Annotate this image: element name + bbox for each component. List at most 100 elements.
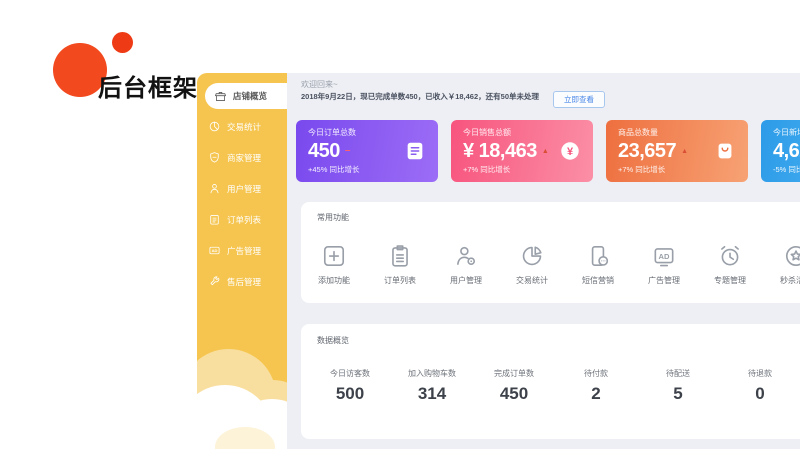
stat-value: 450: [473, 384, 555, 404]
stat-card-title: 今日订单总数: [308, 127, 359, 138]
sidebar-item-label: 交易统计: [227, 121, 261, 133]
stat-pending-delivery: 待配送 5: [637, 368, 719, 404]
stat-label: 待退款: [719, 368, 800, 379]
quick-actions-row: 添加功能 订单列表 用户管理: [301, 243, 800, 286]
stat-completed-orders: 完成订单数 450: [473, 368, 555, 404]
stat-card-products[interactable]: 商品总数量 23,657 ▲ +7% 同比增长: [606, 120, 748, 182]
stat-cards-row: 今日订单总数 450 – +45% 同比增长 今日销售总额: [296, 120, 800, 182]
trend-up-arrow: ▲: [681, 148, 688, 155]
stat-card-subtitle: +45% 同比增长: [308, 164, 359, 175]
trend-down-dash: –: [345, 147, 351, 155]
sidebar-item-merchant-mgmt[interactable]: 商家管理: [197, 142, 287, 173]
svg-text:AD: AD: [659, 252, 670, 261]
quick-action-label: 短信营销: [582, 275, 614, 286]
quick-action-label: 用户管理: [450, 275, 482, 286]
dashboard-window: 店铺概览 交易统计 商家管理: [197, 73, 800, 449]
dashboard-page: 后台框架 店铺概览 交易统计: [0, 0, 800, 449]
stat-value: 500: [309, 384, 391, 404]
quick-action-user-mgmt[interactable]: 用户管理: [433, 243, 499, 286]
shopping-bag-icon: [714, 140, 736, 162]
stat-card-sales[interactable]: 今日销售总额 ¥ 18,463 ▲ +7% 同比增长 ¥: [451, 120, 593, 182]
welcome-greeting: 欢迎回来~: [301, 80, 539, 90]
quick-action-label: 订单列表: [384, 275, 416, 286]
pie-chart-icon: [519, 243, 545, 269]
sidebar-item-label: 订单列表: [227, 214, 261, 226]
sidebar-item-label: 用户管理: [227, 183, 261, 195]
storefront-icon: [214, 90, 227, 103]
sidebar-item-label: 商家管理: [227, 152, 261, 164]
sidebar-item-label: 售后管理: [227, 276, 261, 288]
plus-square-icon: [321, 243, 347, 269]
pie-chart-icon: [208, 120, 221, 133]
sidebar-item-aftersale-mgmt[interactable]: 售后管理: [197, 266, 287, 297]
welcome-bar: 欢迎回来~ 2018年9月22日，现已完成单数450，已收入￥18,462，还有…: [287, 73, 800, 102]
sidebar-item-ad-mgmt[interactable]: AD 广告管理: [197, 235, 287, 266]
stat-pending-refund: 待退款 0: [719, 368, 800, 404]
stat-label: 完成订单数: [473, 368, 555, 379]
sidebar-item-user-mgmt[interactable]: 用户管理: [197, 173, 287, 204]
welcome-text: 欢迎回来~ 2018年9月22日，现已完成单数450，已收入￥18,462，还有…: [301, 80, 539, 102]
main-content: 欢迎回来~ 2018年9月22日，现已完成单数450，已收入￥18,462，还有…: [287, 73, 800, 449]
welcome-summary: 2018年9月22日，现已完成单数450，已收入￥18,462，还有50单未处理: [301, 92, 539, 102]
data-overview-title: 数据概览: [301, 336, 800, 346]
quick-action-label: 添加功能: [318, 275, 350, 286]
quick-actions-title: 常用功能: [301, 213, 800, 223]
stat-card-subtitle: +7% 同比增长: [618, 164, 688, 175]
stat-value: 5: [637, 384, 719, 404]
data-overview-panel: 数据概览 今日访客数 500 加入购物车数 314 完成订单数 450: [301, 324, 800, 439]
sms-phone-icon: [585, 243, 611, 269]
ad-icon: AD: [208, 244, 221, 257]
quick-actions-panel: 常用功能 添加功能 订单列表: [301, 202, 800, 303]
sidebar-item-shop-overview[interactable]: 店铺概览: [205, 83, 287, 109]
logo-title: 后台框架: [98, 68, 198, 103]
quick-action-add[interactable]: 添加功能: [301, 243, 367, 286]
stat-card-title: 今日新增用户: [773, 127, 800, 138]
currency-circle-icon: ¥: [559, 140, 581, 162]
quick-action-order-list[interactable]: 订单列表: [367, 243, 433, 286]
sidebar-nav: 店铺概览 交易统计 商家管理: [197, 73, 287, 297]
shield-icon: [208, 151, 221, 164]
stat-card-new-users[interactable]: 今日新增用户 4,628 -5% 同比增长: [761, 120, 800, 182]
quick-action-label: 交易统计: [516, 275, 548, 286]
sidebar: 店铺概览 交易统计 商家管理: [197, 73, 287, 449]
stat-add-to-cart: 加入购物车数 314: [391, 368, 473, 404]
quick-action-label: 广告管理: [648, 275, 680, 286]
stat-card-subtitle: +7% 同比增长: [463, 164, 549, 175]
sidebar-item-trade-stats[interactable]: 交易统计: [197, 111, 287, 142]
data-overview-row: 今日访客数 500 加入购物车数 314 完成订单数 450 待付款 2: [301, 368, 800, 404]
star-badge-icon: [783, 243, 800, 269]
stat-label: 今日访客数: [309, 368, 391, 379]
clipboard-icon: [387, 243, 413, 269]
stat-card-value: ¥ 18,463: [463, 141, 537, 161]
view-now-button[interactable]: 立即查看: [553, 91, 605, 109]
clipboard-icon: [208, 213, 221, 226]
stat-value: 2: [555, 384, 637, 404]
stat-card-title: 今日销售总额: [463, 127, 549, 138]
svg-text:¥: ¥: [567, 146, 574, 158]
sidebar-item-label: 广告管理: [227, 245, 261, 257]
stat-card-subtitle: -5% 同比增长: [773, 164, 800, 175]
ad-screen-icon: AD: [651, 243, 677, 269]
stat-card-value: 23,657: [618, 141, 676, 161]
stat-label: 待配送: [637, 368, 719, 379]
quick-action-flash-sale[interactable]: 秒杀活动: [763, 243, 800, 286]
quick-action-trade-stats[interactable]: 交易统计: [499, 243, 565, 286]
quick-action-label: 秒杀活动: [780, 275, 800, 286]
stat-label: 待付款: [555, 368, 637, 379]
stat-card-value: 4,628: [773, 141, 800, 161]
stat-today-visitors: 今日访客数 500: [309, 368, 391, 404]
trend-up-arrow: ▲: [542, 148, 549, 155]
sidebar-item-order-list[interactable]: 订单列表: [197, 204, 287, 235]
stat-card-value: 450: [308, 141, 340, 161]
stat-card-orders[interactable]: 今日订单总数 450 – +45% 同比增长: [296, 120, 438, 182]
sidebar-cloud-decoration: [197, 354, 287, 449]
svg-text:AD: AD: [212, 248, 218, 253]
quick-action-ad-mgmt[interactable]: AD 广告管理: [631, 243, 697, 286]
logo-small-circle: [112, 32, 133, 53]
quick-action-label: 专题管理: [714, 275, 746, 286]
document-icon: [404, 140, 426, 162]
stat-card-title: 商品总数量: [618, 127, 688, 138]
quick-action-sms-marketing[interactable]: 短信营销: [565, 243, 631, 286]
quick-action-topic-mgmt[interactable]: 专题管理: [697, 243, 763, 286]
stat-value: 0: [719, 384, 800, 404]
